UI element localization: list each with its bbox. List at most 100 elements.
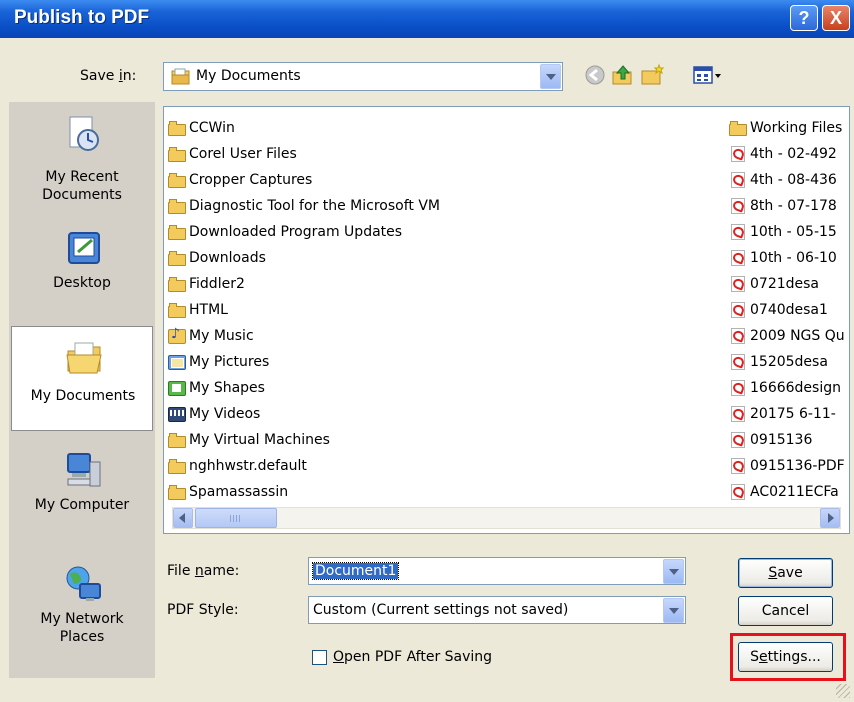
scroll-right-icon[interactable] bbox=[820, 508, 840, 528]
list-item[interactable]: Cropper Captures bbox=[167, 167, 440, 193]
folder-icon bbox=[167, 223, 187, 241]
place-my-recent-documents[interactable]: My Recent Documents bbox=[9, 102, 155, 203]
list-item[interactable]: 0740desa1 bbox=[728, 297, 845, 323]
folder-icon bbox=[167, 145, 187, 163]
window-title: Publish to PDF bbox=[14, 7, 150, 28]
list-item[interactable]: 0721desa bbox=[728, 271, 845, 297]
file-list[interactable]: CCWin Corel User Files Cropper Captures Dia… bbox=[163, 106, 850, 534]
list-item[interactable]: Diagnostic Tool for the Microsoft VM bbox=[167, 193, 440, 219]
list-item[interactable]: 4th - 08-436 bbox=[728, 167, 845, 193]
list-item[interactable]: 16666design bbox=[728, 375, 845, 401]
list-item[interactable]: My Videos bbox=[167, 401, 440, 427]
file-name: 8th - 07-178 bbox=[750, 198, 837, 214]
save-in-dropdown[interactable]: My Documents bbox=[163, 62, 563, 91]
close-button[interactable]: X bbox=[822, 5, 850, 31]
cancel-button[interactable]: Cancel bbox=[738, 596, 833, 626]
horizontal-scrollbar[interactable] bbox=[172, 507, 841, 529]
pdf-style-dropdown[interactable]: Custom (Current settings not saved) bbox=[308, 596, 686, 624]
file-name: Working Files bbox=[750, 120, 843, 136]
list-item[interactable]: Working Files bbox=[728, 115, 845, 141]
pdf-icon bbox=[728, 379, 748, 397]
list-item[interactable]: Downloaded Program Updates bbox=[167, 219, 440, 245]
pics-icon bbox=[167, 353, 187, 371]
file-name: 4th - 02-492 bbox=[750, 146, 837, 162]
list-item[interactable]: 0915136 bbox=[728, 427, 845, 453]
place-label: Desktop bbox=[53, 275, 111, 291]
resize-grip[interactable] bbox=[836, 684, 850, 698]
folder-icon bbox=[167, 275, 187, 293]
list-item[interactable]: Downloads bbox=[167, 245, 440, 271]
list-item[interactable]: Spamassassin bbox=[167, 479, 440, 505]
file-name: 0721desa bbox=[750, 276, 820, 292]
pdf-icon bbox=[728, 483, 748, 501]
file-name: CCWin bbox=[189, 120, 235, 136]
list-item[interactable]: 10th - 06-10 bbox=[728, 245, 845, 271]
file-name: 15205desa bbox=[750, 354, 828, 370]
place-my-network-places[interactable]: My Network Places bbox=[9, 552, 155, 648]
list-item[interactable]: Fiddler2 bbox=[167, 271, 440, 297]
pdf-icon bbox=[728, 301, 748, 319]
my-computer-icon bbox=[67, 453, 101, 487]
list-item[interactable]: 4th - 02-492 bbox=[728, 141, 845, 167]
folder-icon bbox=[167, 197, 187, 215]
shapes-icon bbox=[167, 379, 187, 397]
list-item[interactable]: Corel User Files bbox=[167, 141, 440, 167]
place-my-documents[interactable]: My Documents bbox=[11, 326, 153, 431]
views-menu-icon[interactable] bbox=[692, 63, 722, 87]
chevron-down-icon[interactable] bbox=[663, 559, 684, 584]
list-item[interactable]: 8th - 07-178 bbox=[728, 193, 845, 219]
list-item[interactable]: 0915136-PDF bbox=[728, 453, 845, 479]
folder-icon bbox=[167, 119, 187, 137]
list-item[interactable]: 2009 NGS Qu bbox=[728, 323, 845, 349]
place-desktop[interactable]: Desktop bbox=[9, 216, 155, 312]
back-icon[interactable] bbox=[583, 63, 607, 87]
list-item[interactable]: My Virtual Machines bbox=[167, 427, 440, 453]
open-pdf-after-saving-checkbox[interactable] bbox=[312, 650, 327, 665]
pdf-icon bbox=[728, 249, 748, 267]
pdf-icon bbox=[728, 223, 748, 241]
file-name: My Virtual Machines bbox=[189, 432, 330, 448]
file-name: Cropper Captures bbox=[189, 172, 313, 188]
file-name: My Music bbox=[189, 328, 254, 344]
my-documents-icon bbox=[66, 342, 102, 374]
list-item[interactable]: My Shapes bbox=[167, 375, 440, 401]
list-item[interactable]: 15205desa bbox=[728, 349, 845, 375]
file-name: 20175 6-11- bbox=[750, 406, 836, 422]
list-item[interactable]: HTML bbox=[167, 297, 440, 323]
up-folder-icon[interactable] bbox=[611, 63, 635, 87]
title-bar[interactable]: Publish to PDF ? X bbox=[0, 0, 854, 38]
file-name: Corel User Files bbox=[189, 146, 297, 162]
scroll-thumb[interactable] bbox=[195, 508, 277, 528]
list-item[interactable]: 20175 6-11- bbox=[728, 401, 845, 427]
list-item[interactable]: My Music bbox=[167, 323, 440, 349]
pdf-icon bbox=[728, 431, 748, 449]
file-column-1: CCWin Corel User Files Cropper Captures Dia… bbox=[167, 115, 440, 505]
folder-icon bbox=[167, 483, 187, 501]
file-name-input[interactable]: Document1 bbox=[308, 557, 686, 585]
chevron-down-icon[interactable] bbox=[540, 64, 561, 89]
help-button[interactable]: ? bbox=[790, 5, 818, 31]
my-documents-small-icon bbox=[171, 68, 190, 85]
file-name-value: Document1 bbox=[311, 562, 400, 580]
file-name: Fiddler2 bbox=[189, 276, 245, 292]
pdf-icon bbox=[728, 145, 748, 163]
file-name: Downloaded Program Updates bbox=[189, 224, 403, 240]
file-name: Spamassassin bbox=[189, 484, 289, 500]
list-item[interactable]: nghhwstr.default bbox=[167, 453, 440, 479]
list-item[interactable]: My Pictures bbox=[167, 349, 440, 375]
list-item[interactable]: CCWin bbox=[167, 115, 440, 141]
list-item[interactable]: 10th - 05-15 bbox=[728, 219, 845, 245]
pdf-icon bbox=[728, 353, 748, 371]
place-my-computer[interactable]: My Computer bbox=[9, 438, 155, 534]
folder-icon bbox=[167, 301, 187, 319]
save-button[interactable]: Save bbox=[738, 558, 833, 588]
chevron-down-icon[interactable] bbox=[663, 598, 684, 623]
file-name: 2009 NGS Qu bbox=[750, 328, 845, 344]
file-name: HTML bbox=[189, 302, 228, 318]
open-pdf-after-saving-label[interactable]: Open PDF After Saving bbox=[333, 649, 492, 665]
close-icon: X bbox=[829, 8, 842, 28]
scroll-left-icon[interactable] bbox=[173, 508, 193, 528]
list-item[interactable]: AC0211ECFa bbox=[728, 479, 845, 505]
new-folder-icon[interactable] bbox=[640, 63, 664, 87]
place-label: My Recent Documents bbox=[42, 169, 122, 203]
